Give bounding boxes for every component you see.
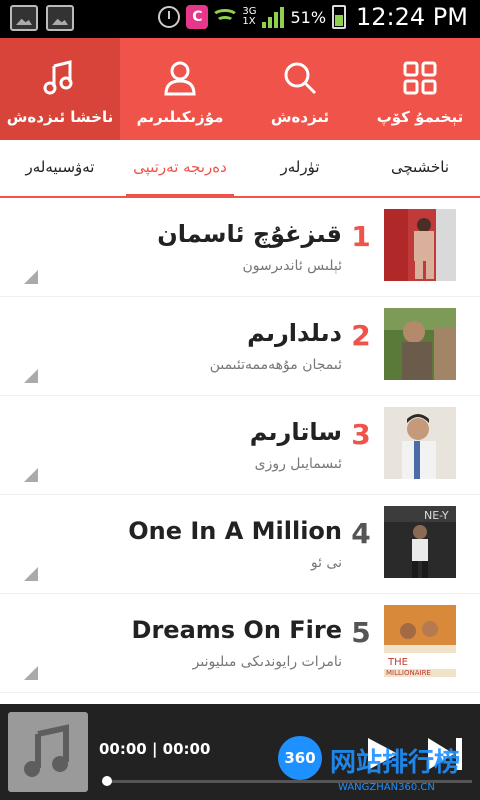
rank-number: 4: [351, 517, 371, 550]
battery-percent: 51%: [290, 7, 327, 27]
list-item[interactable]: 2 دىلدارىم ئىمجان مۇھەممەتئىمىن: [0, 297, 480, 396]
album-thumbnail: [384, 308, 456, 380]
signal-icon: [262, 6, 285, 28]
search-icon: [284, 62, 317, 95]
progress-handle[interactable]: [102, 776, 112, 786]
nav-label: تېخىمۇ كۆپ: [376, 108, 464, 126]
list-item[interactable]: 1 قىزغۇچ ئاسمان ئېلىس ئاندىرسون: [0, 198, 480, 297]
more-options-icon[interactable]: [24, 468, 38, 482]
song-artist: ئىمجان مۇھەممەتئىمىن: [209, 357, 342, 373]
more-options-icon[interactable]: [24, 567, 38, 581]
nav-song-search[interactable]: ناخشا ئىزدەش: [0, 38, 120, 140]
song-artist: ئېلىس ئاندىرسون: [242, 258, 342, 274]
more-options-icon[interactable]: [24, 270, 38, 284]
list-item[interactable]: NE-Y 4 One In A Million نى ئو: [0, 495, 480, 594]
top-navigation: ناخشا ئىزدەش مۇزىكىلىرىم ئىزدەش تېخىمۇ ك…: [0, 38, 480, 140]
music-note-icon: [24, 724, 69, 777]
tab-recommendations[interactable]: تەۋسىيەلەر: [0, 140, 120, 196]
svg-text:MILLIONAIRE: MILLIONAIRE: [386, 669, 431, 677]
watermark-text: 网站排行榜: [330, 748, 461, 778]
person-icon: [164, 61, 196, 96]
tab-categories[interactable]: تۈرلەر: [240, 140, 360, 196]
nav-label: ناخشا ئىزدەش: [6, 108, 114, 126]
rank-number: 1: [351, 220, 371, 253]
album-thumbnail: [384, 407, 456, 479]
song-title: دىلدارىم: [247, 319, 342, 347]
album-thumbnail: NE-Y: [384, 506, 456, 578]
song-list: 1 قىزغۇچ ئاسمان ئېلىس ئاندىرسون 2 دىلدار…: [0, 198, 480, 693]
album-thumbnail: THE MILLIONAIRE: [384, 605, 456, 677]
list-item[interactable]: THE MILLIONAIRE 5 Dreams On Fire نامرات …: [0, 594, 480, 693]
song-title: قىزغۇچ ئاسمان: [157, 220, 342, 248]
nav-label: ئىزدەش: [270, 108, 330, 126]
playback-time: 00:00 | 00:00: [99, 740, 211, 758]
grid-icon: [403, 61, 437, 95]
alarm-icon: [158, 6, 181, 28]
song-artist: نامرات رايوندىكى مىليونىر: [192, 654, 342, 670]
gallery-notification-icon: [10, 5, 38, 31]
tab-singers[interactable]: ناخشىچى: [360, 140, 480, 196]
watermark-url: WANGZHAN360.CN: [338, 782, 435, 793]
status-bar: C 3G 1X 51% 12:24 PM: [0, 0, 480, 38]
rank-number: 2: [351, 319, 371, 352]
clock-time: 12:24 PM: [356, 3, 468, 31]
tab-rankings[interactable]: دەرىجە تەرتىپى: [120, 140, 240, 198]
song-title: One In A Million: [128, 517, 342, 545]
rank-number: 3: [351, 418, 371, 451]
album-thumbnail: [384, 209, 456, 281]
player-album-art[interactable]: [8, 712, 88, 792]
song-title: ساتارىم: [249, 418, 342, 446]
music-note-icon: [43, 60, 73, 95]
list-item[interactable]: 3 ساتارىم ئىسمايىل روزى: [0, 396, 480, 495]
more-options-icon[interactable]: [24, 666, 38, 680]
more-options-icon[interactable]: [24, 369, 38, 383]
app-c-icon: C: [186, 5, 209, 29]
song-artist: ئىسمايىل روزى: [254, 456, 342, 472]
watermark-360-badge: 360: [278, 736, 322, 780]
song-title: Dreams On Fire: [131, 616, 342, 644]
wifi-icon: [211, 8, 240, 26]
battery-icon: [332, 5, 347, 29]
image-notification-icon: [46, 5, 74, 31]
song-artist: نى ئو: [310, 555, 342, 571]
nav-search[interactable]: ئىزدەش: [240, 38, 360, 140]
nav-more[interactable]: تېخىمۇ كۆپ: [360, 38, 480, 140]
svg-text:THE: THE: [387, 657, 408, 668]
rank-number: 5: [351, 616, 371, 649]
nav-label: مۇزىكىلىرىم: [136, 108, 224, 126]
svg-text:NE-Y: NE-Y: [424, 509, 449, 522]
sub-tabs: تەۋسىيەلەر دەرىجە تەرتىپى تۈرلەر ناخشىچى: [0, 140, 480, 198]
nav-my-music[interactable]: مۇزىكىلىرىم: [120, 38, 240, 140]
network-type: 3G 1X: [242, 6, 257, 27]
